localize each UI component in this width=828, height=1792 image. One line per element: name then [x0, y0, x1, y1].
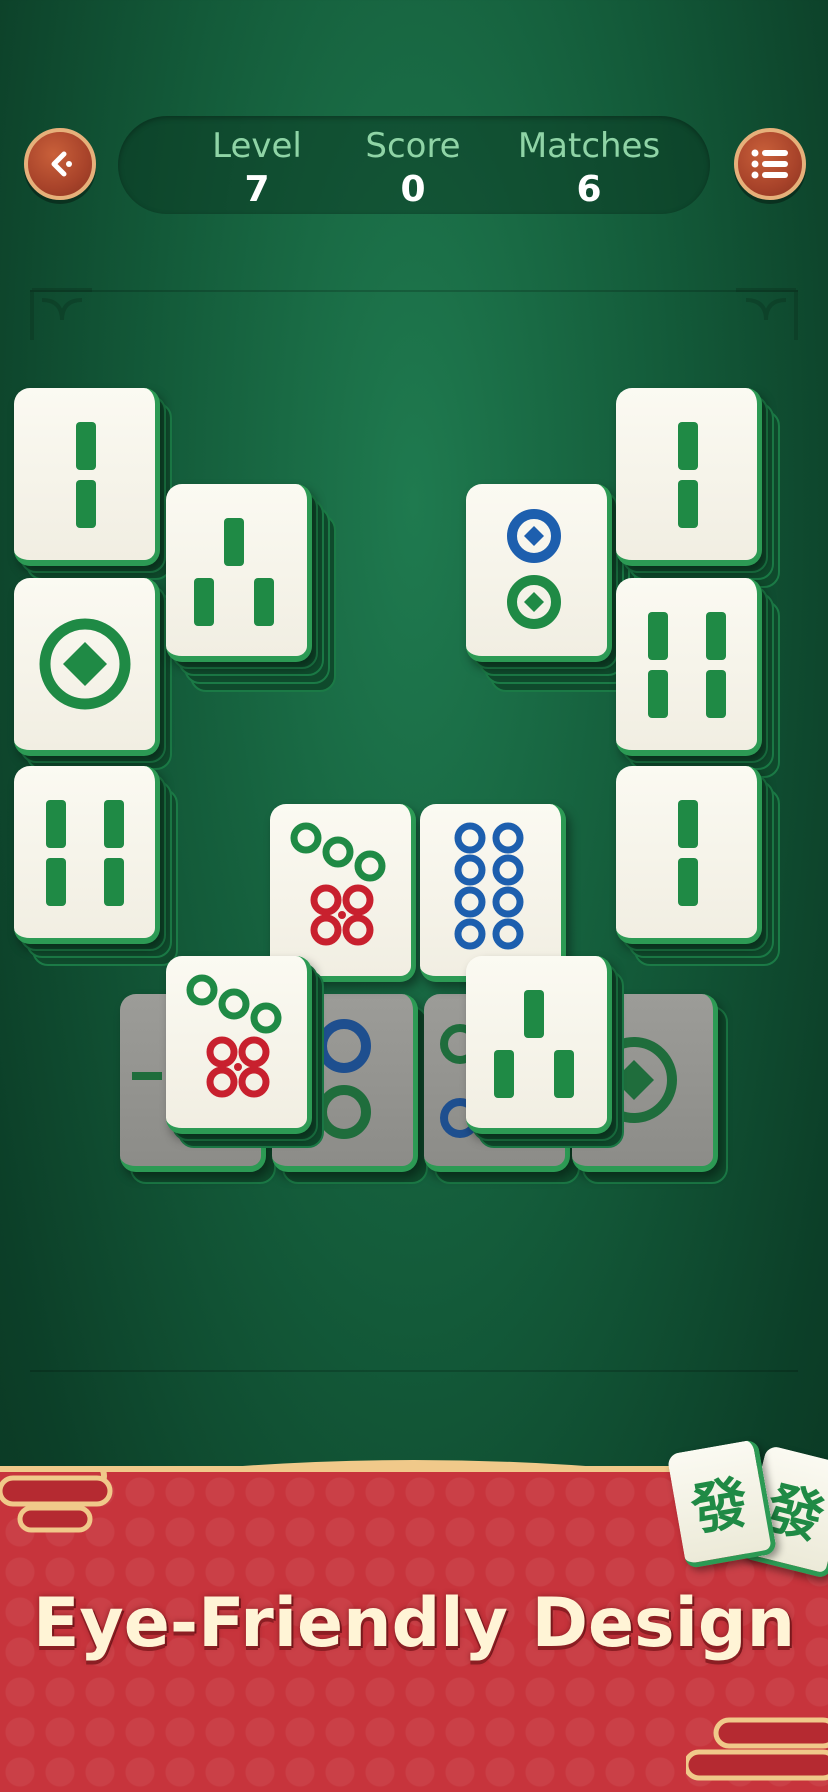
banner-title: Eye-Friendly Design: [32, 1584, 795, 1663]
mahjong-tile-bamboo-3[interactable]: [466, 956, 624, 1148]
mahjong-tile-bamboo-4[interactable]: [14, 766, 178, 966]
deco-mahjong-tile: 發: [666, 1438, 778, 1570]
mahjong-tile-bamboo-2[interactable]: [616, 766, 780, 966]
cloud-ornament-icon: [0, 1470, 113, 1533]
mahjong-tile-circle-9[interactable]: [166, 956, 324, 1148]
mahjong-tile-bamboo-2[interactable]: [616, 388, 780, 588]
deco-tile-glyph: 發: [686, 1470, 754, 1544]
mahjong-tile-bamboo-4[interactable]: [616, 578, 780, 778]
cloud-ornament-icon: [686, 1717, 828, 1781]
mahjong-tile-bamboo-2[interactable]: [14, 388, 172, 580]
mahjong-tile-circle-2[interactable]: [466, 484, 636, 692]
mahjong-tile-bamboo-3[interactable]: [166, 484, 336, 692]
mahjong-tile-circle-1[interactable]: [14, 578, 172, 770]
